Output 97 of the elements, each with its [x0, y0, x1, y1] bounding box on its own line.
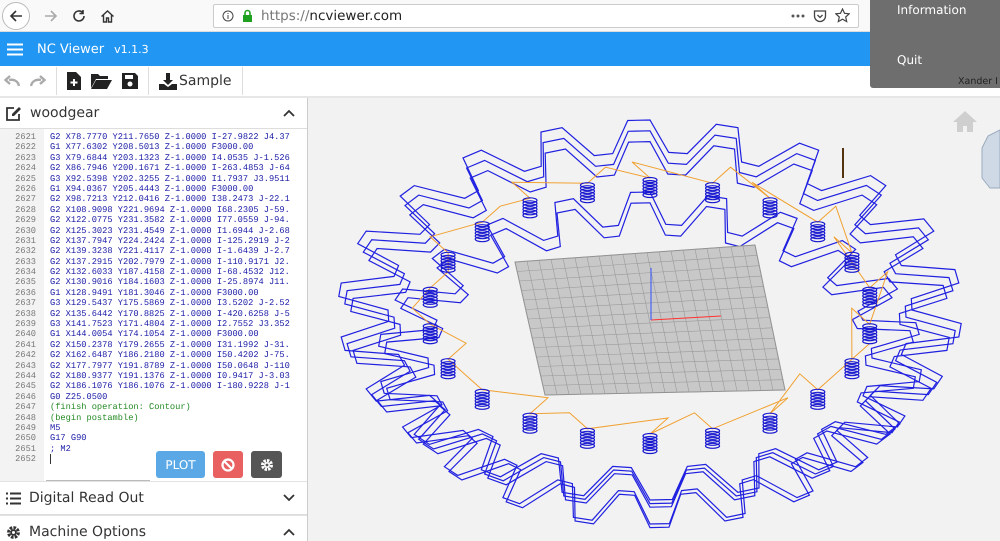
line-number: 2639 — [14, 319, 36, 330]
line-number: 2648 — [14, 412, 36, 423]
code-line: G2 X150.2378 Y179.2655 Z-1.0000 I31.1992 J-31. — [50, 340, 290, 350]
edit-icon — [6, 106, 22, 120]
code-line: G3 X141.7523 Y171.4804 Z-1.0000 I2.7552 J3.352 — [50, 319, 290, 330]
line-number: 2650 — [14, 433, 36, 444]
code-line: G2 X125.3023 Y231.4549 Z-1.0000 I1.6944 J-2.68 — [50, 226, 290, 236]
download-icon — [159, 72, 177, 90]
home-icon[interactable] — [100, 8, 115, 22]
line-number: 2637 — [14, 298, 36, 309]
url-text: https://ncviewer.com — [261, 8, 402, 24]
code-line: G2 X130.9016 Y184.1603 Z-1.0000 I-25.8974 J11. — [50, 277, 290, 288]
line-number: 2647 — [14, 402, 36, 413]
settings-button[interactable] — [251, 451, 282, 478]
code-line: G1 X94.0367 Y205.4443 Z-1.0000 F3000.00 — [50, 184, 254, 194]
line-number: 2627 — [14, 194, 36, 205]
line-number: 2634 — [14, 267, 36, 278]
info-icon[interactable] — [222, 10, 234, 22]
app-title: NC Viewer — [37, 42, 104, 56]
sample-button[interactable]: Sample — [159, 72, 232, 90]
chevron-icon — [283, 528, 295, 536]
save-icon[interactable] — [122, 73, 138, 89]
line-number: 2636 — [14, 288, 36, 298]
line-number: 2621 — [14, 132, 36, 142]
line-number: 2622 — [14, 142, 36, 153]
code-comment: (finish operation: Contour) — [50, 402, 191, 413]
menu-item[interactable]: Quit — [897, 53, 922, 77]
code-line: G2 X177.7977 Y191.8789 Z-1.0000 I50.0648 J-110 — [50, 360, 290, 371]
line-number: 2635 — [14, 277, 36, 288]
code-line: G2 X186.1076 Y186.1076 Z-1.0000 I-180.9228 J-1 — [50, 381, 290, 392]
back-button[interactable] — [2, 2, 30, 30]
code-line: G2 X122.0775 Y231.3582 Z-1.0000 I77.0559 J-94. — [50, 215, 290, 226]
line-number: 2626 — [14, 184, 36, 194]
line-number: 2651 — [14, 444, 36, 454]
code-line: G2 X86.7946 Y200.1671 Z-1.0000 I-263.4853 J-64 — [50, 163, 290, 174]
code-line: G2 X108.9098 Y221.9694 Z-1.0000 I68.2305 J-59. — [50, 204, 290, 216]
code-line: G3 X92.5398 Y202.3255 Z-1.0000 I1.7937 J3.9511 — [50, 174, 290, 184]
line-number: 2624 — [14, 163, 36, 174]
version-label: v1.1.3 — [114, 42, 149, 56]
new-file-icon[interactable] — [67, 72, 81, 90]
code-line: G1 X77.6302 Y208.5013 Z-1.0000 F3000.00 — [50, 142, 254, 153]
code-line: G2 X162.6487 Y186.2180 Z-1.0000 I50.4202 J-75. — [50, 350, 290, 361]
code-line: G3 X79.6844 Y203.1323 Z-1.0000 I4.0535 J-1.526 — [50, 152, 290, 164]
line-number: 2652 — [14, 454, 36, 465]
folder-icon[interactable] — [91, 73, 112, 89]
code-line: ; M2 — [50, 444, 71, 454]
line-number: 2640 — [14, 329, 36, 340]
code-line: G0 Z25.0500 — [50, 392, 108, 402]
line-number: 2632 — [14, 246, 36, 257]
line-number: 2631 — [14, 236, 36, 246]
file-panel-header[interactable]: woodgear — [0, 98, 307, 129]
more-icon[interactable] — [791, 14, 805, 18]
line-number: 2625 — [14, 174, 36, 184]
panel-header[interactable]: Digital Read Out — [0, 481, 307, 515]
address-bar[interactable]: https://ncviewer.com — [213, 4, 859, 28]
chevron-icon — [283, 109, 295, 117]
line-number: 2646 — [14, 392, 36, 402]
code-line: G2 X135.6442 Y170.8825 Z-1.0000 I-420.6258 J-5 — [50, 308, 290, 320]
line-number: 2643 — [14, 360, 36, 371]
code-line: M5 — [50, 422, 60, 434]
code-line: G2 X78.7770 Y211.7650 Z-1.0000 I-27.9822 J4.37 — [50, 132, 290, 142]
line-number: 2644 — [14, 370, 36, 382]
line-number: 2629 — [14, 215, 36, 226]
settings-icon — [260, 458, 274, 472]
code-line: G2 X98.7213 Y212.0416 Z-1.0000 I38.2473 J-22.1 — [50, 194, 290, 205]
menu-item[interactable]: Information — [897, 3, 966, 27]
line-number: 2645 — [14, 381, 36, 392]
lock-icon — [242, 9, 253, 22]
back-arrow-icon — [9, 8, 23, 22]
line-number: 2628 — [14, 204, 36, 216]
line-number: 2649 — [14, 422, 36, 434]
code-line: G2 X132.6033 Y187.4158 Z-1.0000 I-68.4532 J12. — [50, 267, 290, 278]
code-line: G17 G90 — [50, 433, 86, 444]
reload-icon[interactable] — [72, 8, 86, 22]
line-number: 2633 — [14, 256, 36, 268]
code-line: G2 X180.9377 Y191.1376 Z-1.0000 I0.9417 J-3.03 — [50, 370, 290, 382]
menu-icon[interactable] — [7, 42, 23, 56]
shield-icon[interactable] — [813, 8, 827, 22]
ban-icon — [221, 458, 235, 472]
code-line: G1 X128.9491 Y181.3046 Z-1.0000 F3000.00 — [50, 288, 259, 298]
chevron-icon — [283, 494, 295, 502]
code-line: G1 X144.0054 Y174.1054 Z-1.0000 F3000.00 — [50, 329, 259, 340]
line-number: 2642 — [14, 350, 36, 361]
panel-header[interactable]: Machine Options — [0, 515, 307, 541]
text-cursor — [50, 454, 51, 464]
code-comment: (begin postamble) — [50, 412, 139, 423]
line-number: 2641 — [14, 340, 36, 350]
list-icon — [6, 492, 21, 504]
line-number: 2638 — [14, 308, 36, 320]
code-line: G2 X137.2915 Y202.7979 Z-1.0000 I-110.9171 J2. — [50, 256, 290, 268]
code-line: G2 X137.7947 Y224.2424 Z-1.0000 I-125.2919 J-2 — [50, 236, 290, 246]
code-line: G2 X139.3238 Y221.4117 Z-1.0000 I-1.6439 J-2.7 — [50, 246, 290, 257]
star-icon[interactable] — [835, 8, 850, 23]
code-line: G3 X129.5437 Y175.5869 Z-1.0000 I3.5202 J-2.52 — [50, 298, 290, 309]
line-number: 2630 — [14, 226, 36, 236]
line-number: 2623 — [14, 152, 36, 164]
stop-button[interactable] — [213, 451, 243, 478]
